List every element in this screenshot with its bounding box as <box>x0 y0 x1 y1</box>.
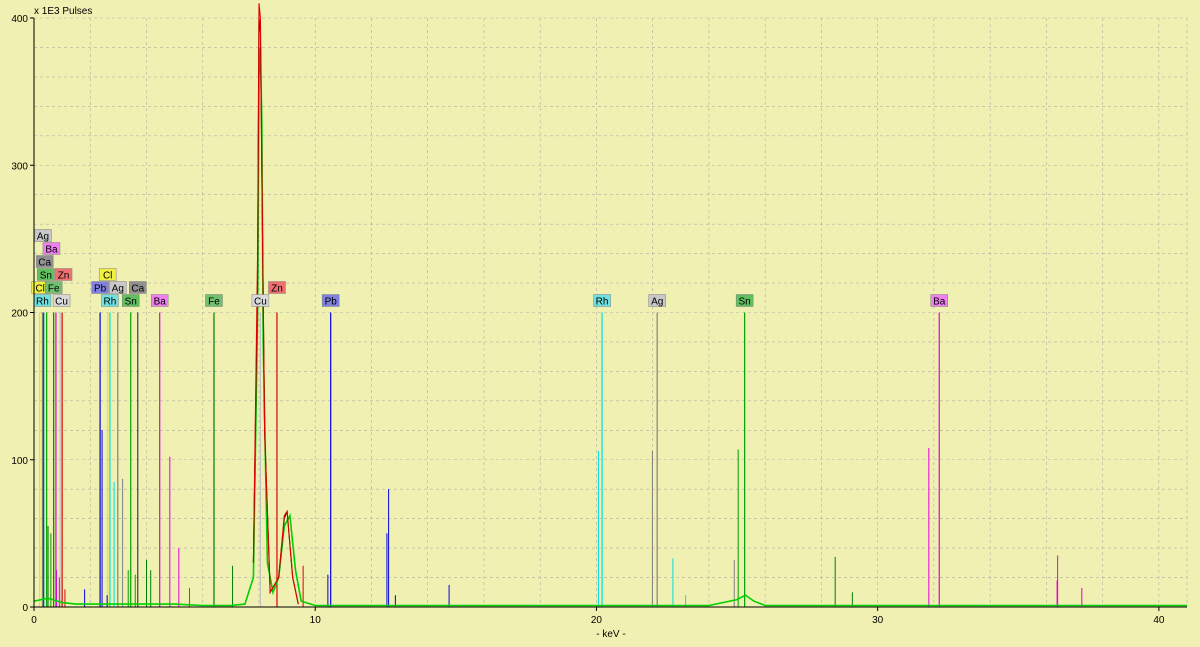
x-axis-label: - keV - <box>596 629 625 640</box>
x-tick-label: 40 <box>1153 615 1165 626</box>
element-label-text: Cu <box>55 297 68 308</box>
element-label-text: Ba <box>154 297 167 308</box>
element-label-text: Ag <box>112 284 124 295</box>
y-tick-label: 100 <box>11 456 28 467</box>
y-axis-label: x 1E3 Pulses <box>34 6 92 17</box>
y-tick-label: 300 <box>11 161 28 172</box>
element-label-text: Rh <box>596 297 609 308</box>
x-tick-label: 10 <box>310 615 322 626</box>
spectrum-chart: Ag Ba Ca Sn Zn Cl Fe Rh Cu Cl Pb Ag Ca Rh Sn Ba Fe Zn Cu Pb… <box>0 0 1200 642</box>
element-label-text: Zn <box>58 271 70 282</box>
element-label-text: Ag <box>37 232 49 243</box>
element-label-text: Sn <box>40 271 52 282</box>
element-label-text: Cu <box>254 297 267 308</box>
y-tick-label: 0 <box>22 603 28 614</box>
element-label-text: Pb <box>94 284 107 295</box>
element-label-text: Sn <box>739 297 751 308</box>
element-label-text: Ag <box>651 297 663 308</box>
element-label-text: Fe <box>48 284 60 295</box>
x-tick-label: 30 <box>872 615 884 626</box>
element-label-text: Rh <box>104 297 117 308</box>
y-tick-label: 200 <box>11 309 28 320</box>
element-label-text: Pb <box>325 297 338 308</box>
y-tick-label: 400 <box>11 14 28 25</box>
element-label-text: Ba <box>45 245 58 256</box>
element-label-text: Rh <box>36 297 49 308</box>
spectrum-svg: Ag Ba Ca Sn Zn Cl Fe Rh Cu Cl Pb Ag Ca Rh Sn Ba Fe Zn Cu Pb… <box>11 3 1188 640</box>
element-label-text: Ba <box>933 297 946 308</box>
element-label-text: Cl <box>103 271 112 282</box>
element-label-text: Fe <box>208 297 220 308</box>
element-label-text: Sn <box>125 297 137 308</box>
x-tick-label: 20 <box>591 615 603 626</box>
x-tick-label: 0 <box>31 615 37 626</box>
element-label-text: Zn <box>271 284 283 295</box>
element-label-text: Ca <box>131 284 144 295</box>
element-label-text: Cl <box>35 284 44 295</box>
element-label-text: Ca <box>38 258 51 269</box>
